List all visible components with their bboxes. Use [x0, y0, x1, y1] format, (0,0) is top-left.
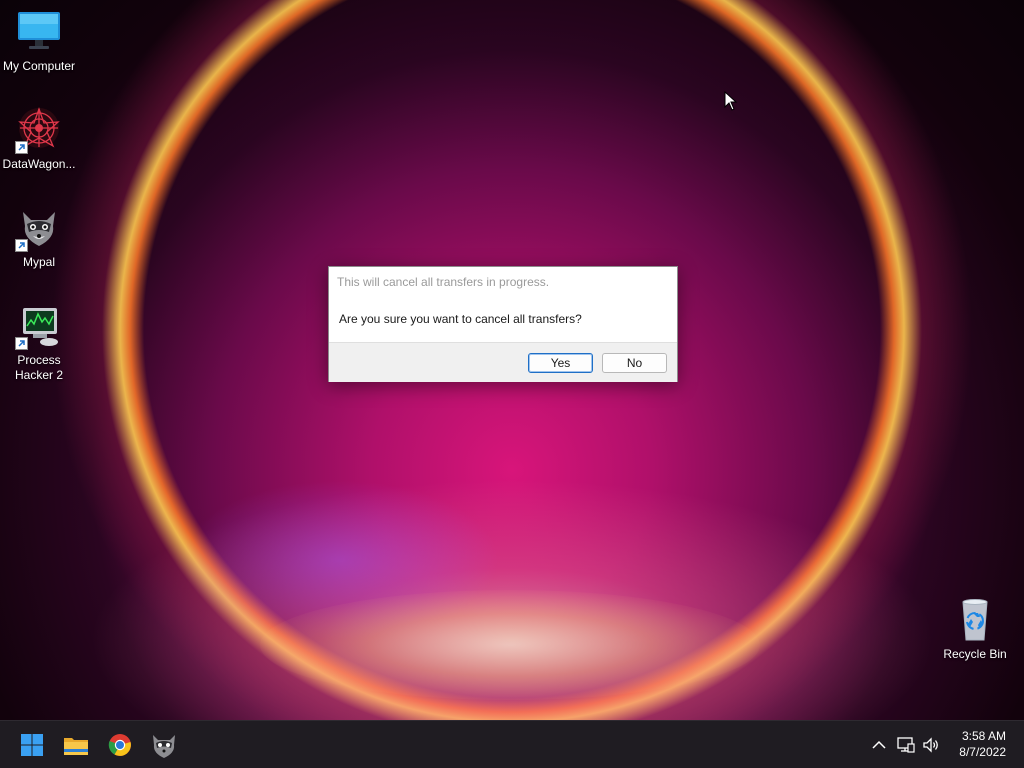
desktop-icon-my-computer[interactable]: My Computer — [0, 8, 78, 74]
desktop-icon-label: My Computer — [2, 59, 76, 73]
process-hacker-icon — [15, 302, 63, 350]
confirm-cancel-dialog: This will cancel all transfers in progre… — [328, 266, 678, 382]
desktop-icon-datawagon[interactable]: DataWagon... — [0, 106, 78, 172]
folder-icon — [64, 738, 88, 755]
desktop-icon-recycle-bin[interactable]: Recycle Bin — [936, 596, 1014, 662]
shortcut-arrow-icon — [15, 239, 28, 252]
start-button[interactable] — [16, 729, 48, 761]
yes-button[interactable]: Yes — [528, 353, 593, 373]
desktop-icon-label: DataWagon... — [2, 157, 76, 171]
mouse-cursor-icon — [724, 91, 738, 111]
shortcut-arrow-icon — [15, 337, 28, 350]
taskbar-clock[interactable]: 3:58 AM 8/7/2022 — [959, 728, 1006, 760]
clock-time: 3:58 AM — [961, 729, 1006, 743]
windows-logo-icon — [21, 734, 43, 756]
chevron-up-icon — [872, 740, 886, 749]
volume-icon — [923, 737, 938, 753]
shortcut-arrow-icon — [15, 141, 28, 154]
recycle-bin-icon — [951, 596, 999, 644]
desktop-icon-label-line: Process — [17, 353, 61, 367]
wallpaper-glow — [260, 590, 760, 700]
dialog-title: This will cancel all transfers in progre… — [337, 275, 550, 289]
desktop-icon-process-hacker[interactable]: Process Hacker 2 — [0, 302, 78, 383]
network-tray-button[interactable] — [896, 735, 916, 755]
desktop-icon-label-line: Hacker 2 — [14, 368, 64, 382]
raccoon-browser-icon — [153, 735, 175, 758]
datawagon-app-icon — [15, 106, 63, 154]
chrome-icon — [108, 734, 131, 756]
file-explorer-button[interactable] — [60, 729, 92, 761]
desktop-icon-mypal[interactable]: Mypal — [0, 204, 78, 270]
chrome-button[interactable] — [104, 729, 136, 761]
desktop-icon-label: Recycle Bin — [943, 647, 1007, 661]
network-icon — [897, 737, 915, 753]
volume-tray-button[interactable] — [921, 735, 941, 755]
raccoon-browser-icon — [15, 204, 63, 252]
no-button[interactable]: No — [602, 353, 667, 373]
show-hidden-icons-button[interactable] — [869, 735, 889, 755]
clock-date: 8/7/2022 — [959, 745, 1006, 759]
mypal-taskbar-button[interactable] — [148, 729, 180, 761]
taskbar: 3:58 AM 8/7/2022 — [0, 720, 1024, 768]
desktop-icon-label: Process Hacker 2 — [0, 353, 78, 383]
dialog-button-bar: Yes No — [329, 342, 677, 382]
dialog-message: Are you sure you want to cancel all tran… — [339, 312, 582, 326]
desktop-wallpaper: My Computer DataWagon... Mypal Process H… — [0, 0, 1024, 720]
monitor-icon — [15, 8, 63, 56]
desktop-icon-label: Mypal — [22, 255, 55, 269]
